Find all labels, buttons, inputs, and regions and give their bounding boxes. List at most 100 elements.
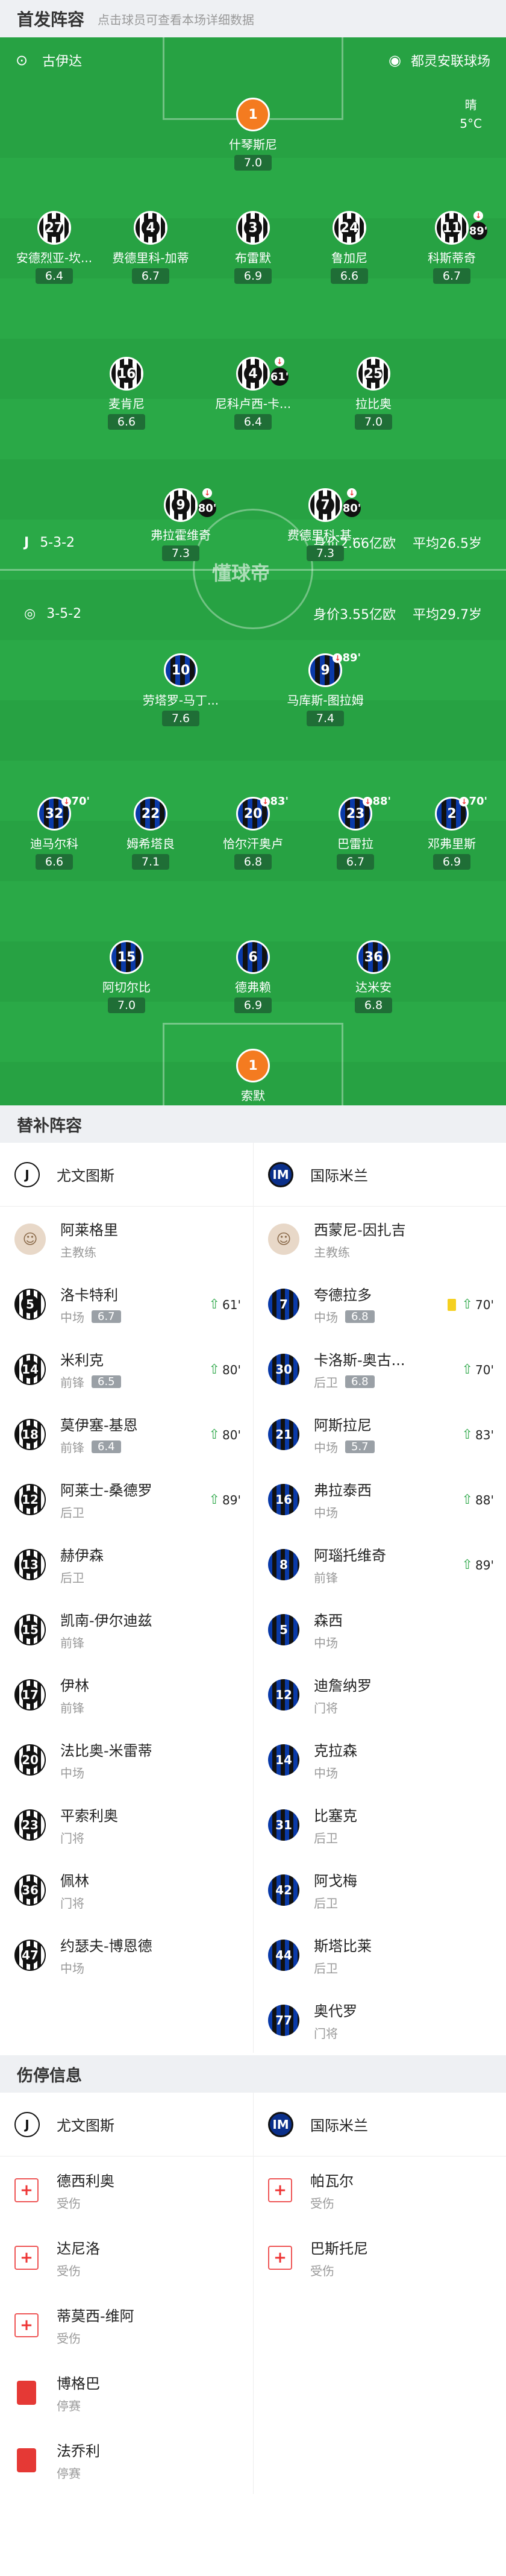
sub-player[interactable]: 14 克拉森 中场: [254, 1727, 506, 1792]
coach-name: 西蒙尼-因扎吉: [314, 1222, 406, 1239]
player-number: 20: [243, 806, 263, 821]
sub-player[interactable]: 16 弗拉泰西 中场 ⇧ 88': [254, 1467, 506, 1532]
injury-status: 受伤: [310, 2264, 334, 2278]
jersey-icon: 7 ↓ 80': [308, 488, 361, 522]
player[interactable]: 24 鲁加尼 6.6: [301, 211, 398, 284]
player[interactable]: 3 布雷默 6.9: [205, 211, 301, 284]
injury-title: 伤停信息: [17, 2066, 82, 2085]
sub-player[interactable]: 13 赫伊森 后卫: [0, 1532, 253, 1597]
player[interactable]: 6 德弗赖 6.9: [205, 940, 301, 1013]
sub-player-meta: 门将: [60, 1829, 118, 1846]
injury-item[interactable]: + 德西利奥 受伤: [0, 2157, 253, 2224]
player-name: 恰尔汗奥卢: [223, 837, 283, 851]
jersey-number: 5: [21, 1295, 39, 1313]
injury-team-inter[interactable]: IM 国际米兰: [253, 2093, 506, 2156]
sub-off-marker: ↓ 88': [363, 795, 391, 808]
injury-item[interactable]: + 帕瓦尔 受伤: [254, 2157, 506, 2224]
sub-player[interactable]: 5 洛卡特利 中场 6.7 ⇧ 61': [0, 1272, 253, 1337]
jersey-number: 21: [275, 1427, 292, 1442]
injury-item[interactable]: 法乔利 停赛: [0, 2427, 253, 2494]
sub-on-icon: ⇧: [461, 1297, 473, 1312]
sub-player[interactable]: 12 阿莱士-桑德罗 后卫 ⇧ 89': [0, 1467, 253, 1532]
player[interactable]: 32 ↓ 70' 迪马尔科 6.6: [6, 795, 102, 870]
sub-player-position: 门将: [60, 1896, 84, 1911]
sub-player[interactable]: 8 阿瑙托维奇 前锋 ⇧ 89': [254, 1532, 506, 1597]
injury-item[interactable]: + 达尼洛 受伤: [0, 2224, 253, 2292]
jersey-icon: 22: [134, 797, 167, 831]
jersey-number: 14: [21, 1360, 39, 1378]
player-rating: 6.7: [433, 268, 471, 284]
sub-off-icon: ↓: [473, 211, 483, 221]
sub-player[interactable]: 30 卡洛斯-奥古... 后卫 6.8 ⇧ 70': [254, 1337, 506, 1402]
juve-injury-column: + 德西利奥 受伤 + 达尼洛 受伤 + 蒂莫西-维阿 受伤 博格巴 停赛 法乔利 停赛: [0, 2157, 253, 2494]
player[interactable]: 11 ↓ 89' 科斯蒂奇 6.7: [404, 211, 500, 284]
player[interactable]: 15 阿切尔比 7.0: [78, 940, 175, 1013]
player-number: 2: [447, 806, 457, 821]
sub-player[interactable]: 14 米利克 前锋 6.5 ⇧ 80': [0, 1337, 253, 1402]
player-number: 3: [244, 219, 262, 237]
player[interactable]: 36 达米安 6.8: [325, 940, 422, 1013]
sub-off-icon: ↓: [459, 797, 469, 806]
player[interactable]: 4 ↓ 61' 尼科卢西-卡... 6.4: [205, 357, 301, 430]
jersey-icon: 44: [268, 1940, 299, 1971]
player-number: 6: [248, 949, 258, 965]
sub-player[interactable]: 31 比塞克 后卫: [254, 1792, 506, 1858]
sub-player-name: 卡洛斯-奥古...: [314, 1352, 405, 1369]
player[interactable]: 1 什琴斯尼 7.0: [205, 98, 301, 171]
sub-player-name: 森西: [314, 1612, 343, 1629]
sub-player[interactable]: 5 森西 中场: [254, 1597, 506, 1662]
player-number: 7: [316, 496, 334, 514]
jersey-number: 42: [275, 1883, 292, 1897]
jersey-icon: 13: [14, 1549, 46, 1580]
injury-item[interactable]: + 蒂莫西-维阿 受伤: [0, 2292, 253, 2359]
player-rating: 6.9: [234, 268, 272, 284]
sub-player[interactable]: 20 法比奥-米雷蒂 中场: [0, 1727, 253, 1792]
player-number: 32: [45, 806, 64, 821]
inter-subs-column: ☺ 西蒙尼-因扎吉 主教练 7 夸德拉多 中场 6.8 ⇧ 70' 30 卡洛斯-奥古... 后卫…: [253, 1207, 506, 2053]
sub-player-meta: 前锋: [314, 1568, 386, 1586]
player[interactable]: 9 ↓ 89' 马库斯-图拉姆 7.4: [277, 652, 373, 726]
player[interactable]: 20 ↓ 83' 恰尔汗奥卢 6.8: [205, 795, 301, 870]
sub-player[interactable]: 44 斯塔比莱 后卫: [254, 1923, 506, 1988]
player[interactable]: 7 ↓ 80' 费德里科-基... 7.3: [277, 488, 373, 561]
sub-player[interactable]: 15 凯南-伊尔迪兹 前锋: [0, 1597, 253, 1662]
player[interactable]: 16 麦肯尼 6.6: [78, 357, 175, 430]
sub-player[interactable]: 12 迪詹纳罗 门将: [254, 1662, 506, 1727]
jersey-icon: 30: [268, 1354, 299, 1385]
sub-player-position: 后卫: [314, 1375, 338, 1390]
player[interactable]: 9 ↓ 80' 弗拉霍维奇 7.3: [133, 488, 229, 561]
subs-team-juve[interactable]: J 尤文图斯: [0, 1143, 253, 1206]
injury-team-juve[interactable]: J 尤文图斯: [0, 2093, 253, 2156]
player-name: 迪马尔科: [30, 837, 78, 851]
player[interactable]: 25 拉比奥 7.0: [325, 357, 422, 430]
sub-player[interactable]: 23 平索利奥 门将: [0, 1792, 253, 1858]
player[interactable]: 10 劳塔罗-马丁... 7.6: [133, 653, 229, 726]
player[interactable]: 4 费德里科-加蒂 6.7: [102, 211, 199, 284]
player-name: 拉比奥: [355, 397, 392, 411]
jersey-number: 7: [280, 1297, 288, 1312]
player[interactable]: 22 姆希塔良 7.1: [102, 797, 199, 870]
player-name: 布雷默: [235, 251, 271, 265]
sub-player[interactable]: 21 阿斯拉尼 中场 5.7 ⇧ 83': [254, 1402, 506, 1467]
player[interactable]: 2 ↓ 70' 邓弗里斯 6.9: [404, 795, 500, 870]
injury-item[interactable]: 博格巴 停赛: [0, 2359, 253, 2427]
sub-player[interactable]: 36 佩林 门将: [0, 1858, 253, 1923]
jersey-icon: 23 ↓ 88': [339, 795, 391, 831]
sub-player[interactable]: 18 莫伊塞-基恩 前锋 6.4 ⇧ 80': [0, 1402, 253, 1467]
sub-player[interactable]: 77 奥代罗 门将: [254, 1988, 506, 2053]
sub-player-name: 佩林: [60, 1873, 89, 1890]
player[interactable]: 23 ↓ 88' 巴雷拉 6.7: [307, 795, 404, 870]
injury-item[interactable]: + 巴斯托尼 受伤: [254, 2224, 506, 2292]
player[interactable]: 1索默6.7: [205, 1049, 301, 1105]
sub-player[interactable]: 7 夸德拉多 中场 6.8 ⇧ 70': [254, 1272, 506, 1337]
subs-team-inter[interactable]: IM 国际米兰: [253, 1143, 506, 1206]
coach-inter[interactable]: ☺ 西蒙尼-因扎吉 主教练: [254, 1207, 506, 1272]
sub-off-minute: 88': [372, 795, 391, 808]
sub-player[interactable]: 47 约瑟夫-博恩德 中场: [0, 1923, 253, 1988]
sub-player[interactable]: 17 伊林 前锋: [0, 1662, 253, 1727]
player[interactable]: 27 安德烈亚-坎... 6.4: [6, 211, 102, 284]
sub-player[interactable]: 42 阿戈梅 后卫: [254, 1858, 506, 1923]
coach-juve[interactable]: ☺ 阿莱格里 主教练: [0, 1207, 253, 1272]
sub-on-icon: ⇧: [461, 1557, 473, 1572]
jersey-icon: 15: [110, 940, 143, 974]
